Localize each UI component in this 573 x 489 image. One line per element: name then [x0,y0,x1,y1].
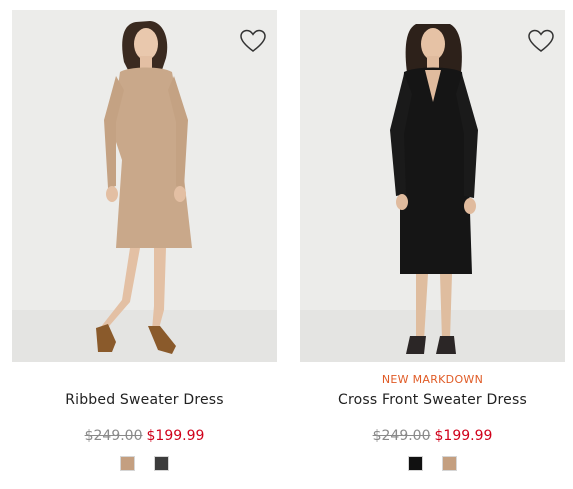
product-price: $249.00 $199.99 [300,428,565,444]
sale-price: $199.99 [146,428,205,444]
original-price: $249.00 [84,428,143,444]
product-image[interactable] [12,10,277,362]
color-swatches [300,456,565,471]
product-image[interactable] [300,10,565,362]
product-name[interactable]: Cross Front Sweater Dress [300,392,565,408]
color-swatch-black[interactable] [408,456,423,471]
model-illustration [300,24,565,362]
color-swatch-camel[interactable] [442,456,457,471]
product-card-ribbed-sweater-dress[interactable]: Ribbed Sweater Dress $249.00 $199.99 [12,0,277,489]
model-illustration [12,21,277,362]
original-price: $249.00 [372,428,431,444]
wishlist-heart-icon[interactable] [527,28,555,54]
wishlist-heart-icon[interactable] [239,28,267,54]
color-swatches [12,456,277,471]
markdown-badge: NEW MARKDOWN [381,373,484,386]
color-swatch-charcoal[interactable] [154,456,169,471]
color-swatch-camel[interactable] [120,456,135,471]
product-name[interactable]: Ribbed Sweater Dress [12,392,277,408]
sale-price: $199.99 [434,428,493,444]
product-card-cross-front-sweater-dress[interactable]: NEW MARKDOWN Cross Front Sweater Dress $… [300,0,565,489]
product-price: $249.00 $199.99 [12,428,277,444]
